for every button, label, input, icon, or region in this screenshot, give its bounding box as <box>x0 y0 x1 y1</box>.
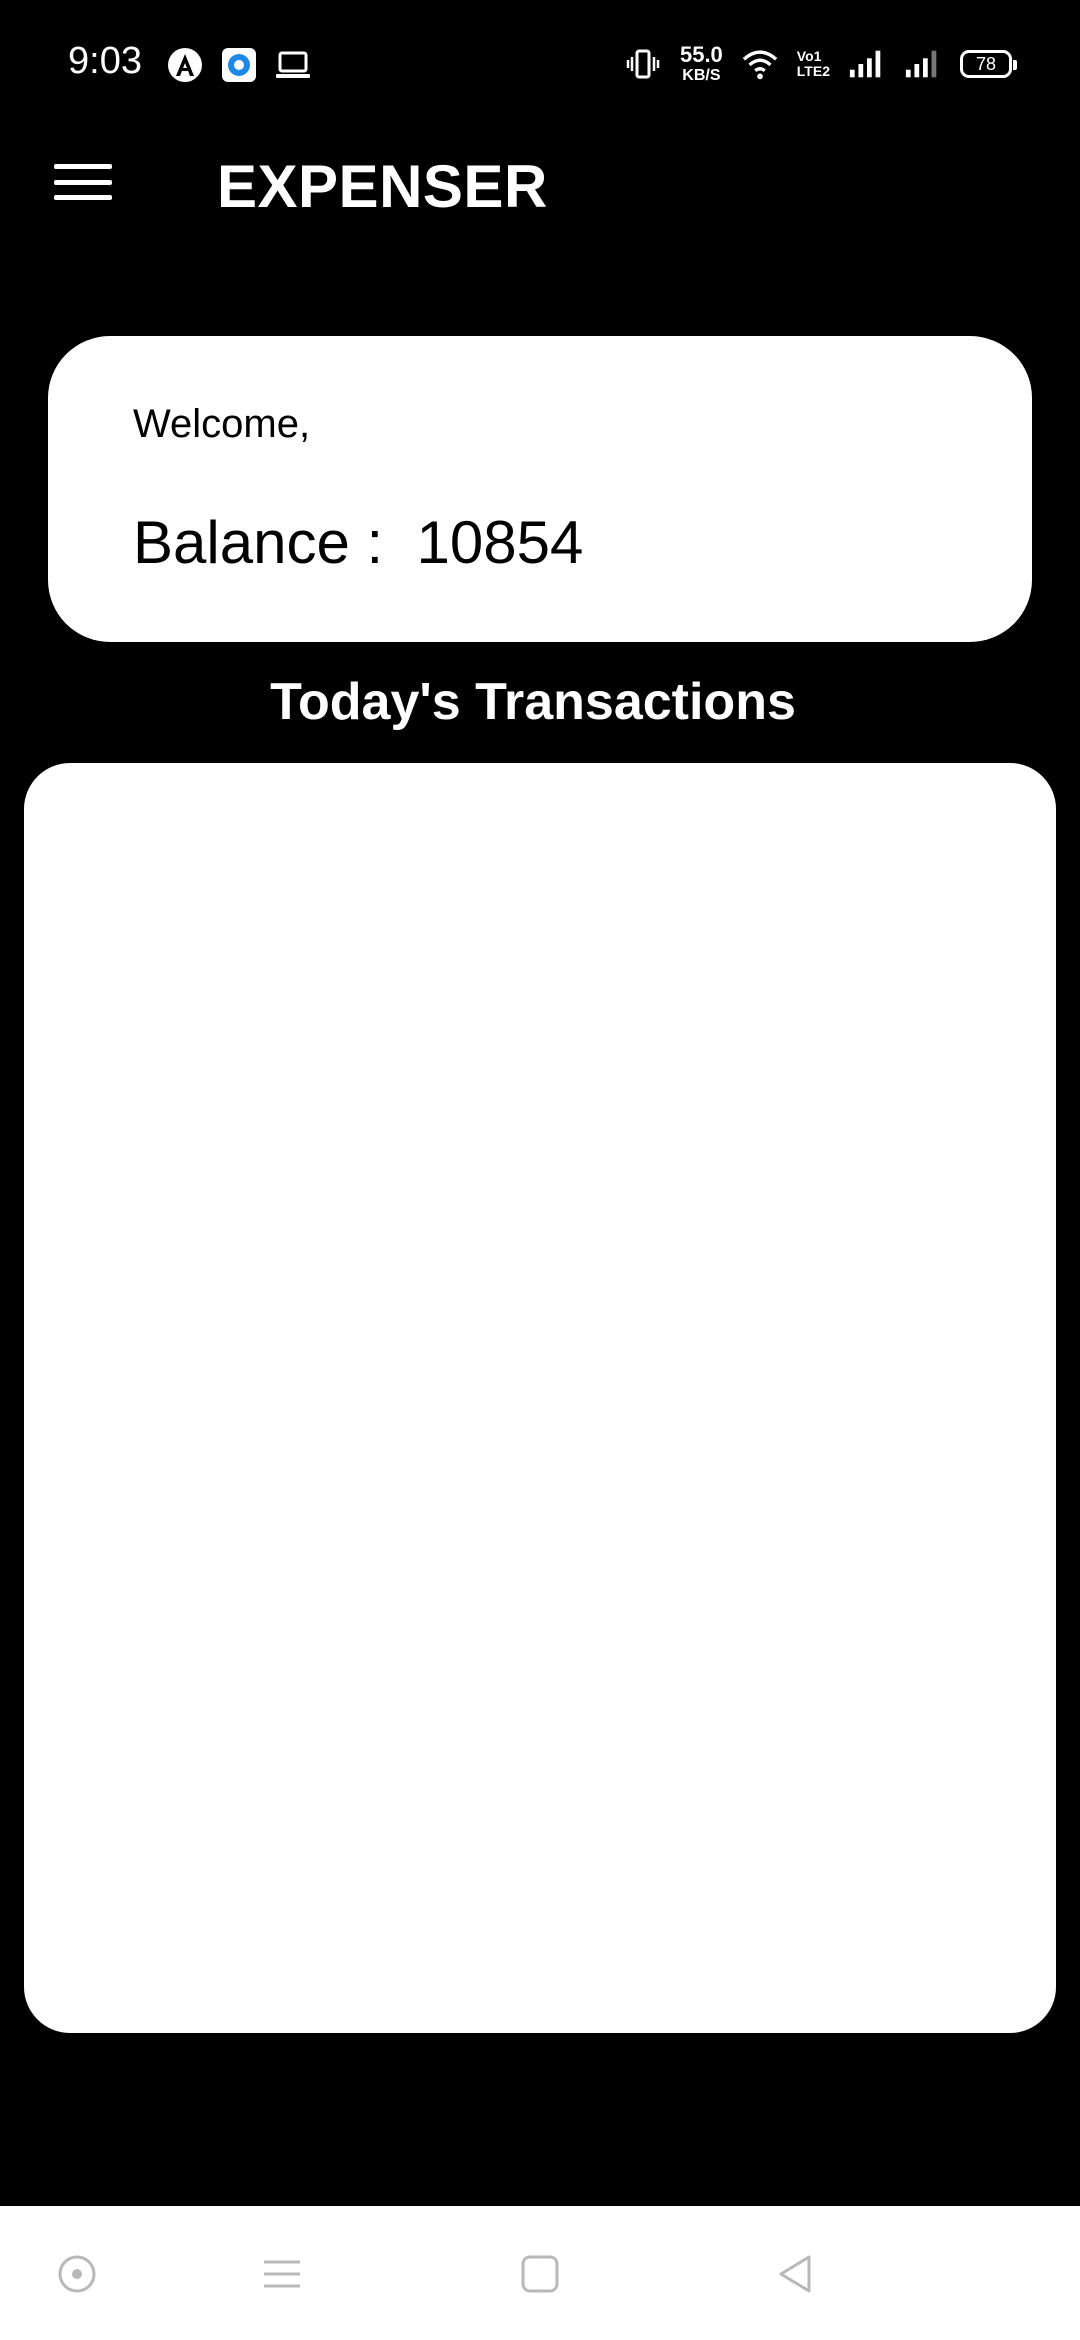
status-bar: 9:03 55.0 KB/S Vo1 LTE2 78 <box>0 0 1080 132</box>
app-screen: 9:03 55.0 KB/S Vo1 LTE2 78 EXPENSER Welc… <box>0 0 1080 2340</box>
app-title: EXPENSER <box>217 153 548 220</box>
assistant-icon[interactable] <box>49 2246 105 2302</box>
app-a-icon <box>166 46 204 84</box>
network-speed-unit: KB/S <box>682 67 721 84</box>
signal-icon-2 <box>904 45 942 83</box>
balance-value: 10854 <box>416 509 584 576</box>
back-icon[interactable] <box>767 2246 823 2302</box>
app-bar: EXPENSER <box>0 132 1080 232</box>
transactions-title: Today's Transactions <box>270 673 796 731</box>
balance-label: Balance : <box>133 509 384 576</box>
home-icon[interactable] <box>512 2246 568 2302</box>
battery-level: 78 <box>975 53 997 74</box>
volte-indicator: Vo1 LTE2 <box>797 49 830 78</box>
network-speed: 55.0 KB/S <box>680 44 723 84</box>
recents-icon[interactable] <box>254 2246 310 2302</box>
status-time: 9:03 <box>68 40 142 82</box>
balance-row: Balance : 10854 <box>133 508 583 577</box>
transactions-list[interactable] <box>24 763 1056 2033</box>
app-blue-icon <box>220 46 258 84</box>
hamburger-menu-icon[interactable] <box>52 158 114 206</box>
system-indicators: 55.0 KB/S Vo1 LTE2 78 <box>624 44 1017 84</box>
volte-line1: Vo1 <box>796 48 822 65</box>
laptop-icon <box>274 46 312 84</box>
vibrate-icon <box>624 45 662 83</box>
signal-icon <box>848 45 886 83</box>
notification-icons <box>166 46 312 84</box>
balance-card: Welcome, Balance : 10854 <box>48 336 1032 642</box>
navigation-bar <box>0 2206 1080 2340</box>
volte-line2: LTE2 <box>796 63 830 79</box>
welcome-text: Welcome, <box>133 402 311 446</box>
network-speed-value: 55.0 <box>679 42 723 67</box>
wifi-icon <box>741 45 779 83</box>
battery-icon: 78 <box>960 50 1017 78</box>
